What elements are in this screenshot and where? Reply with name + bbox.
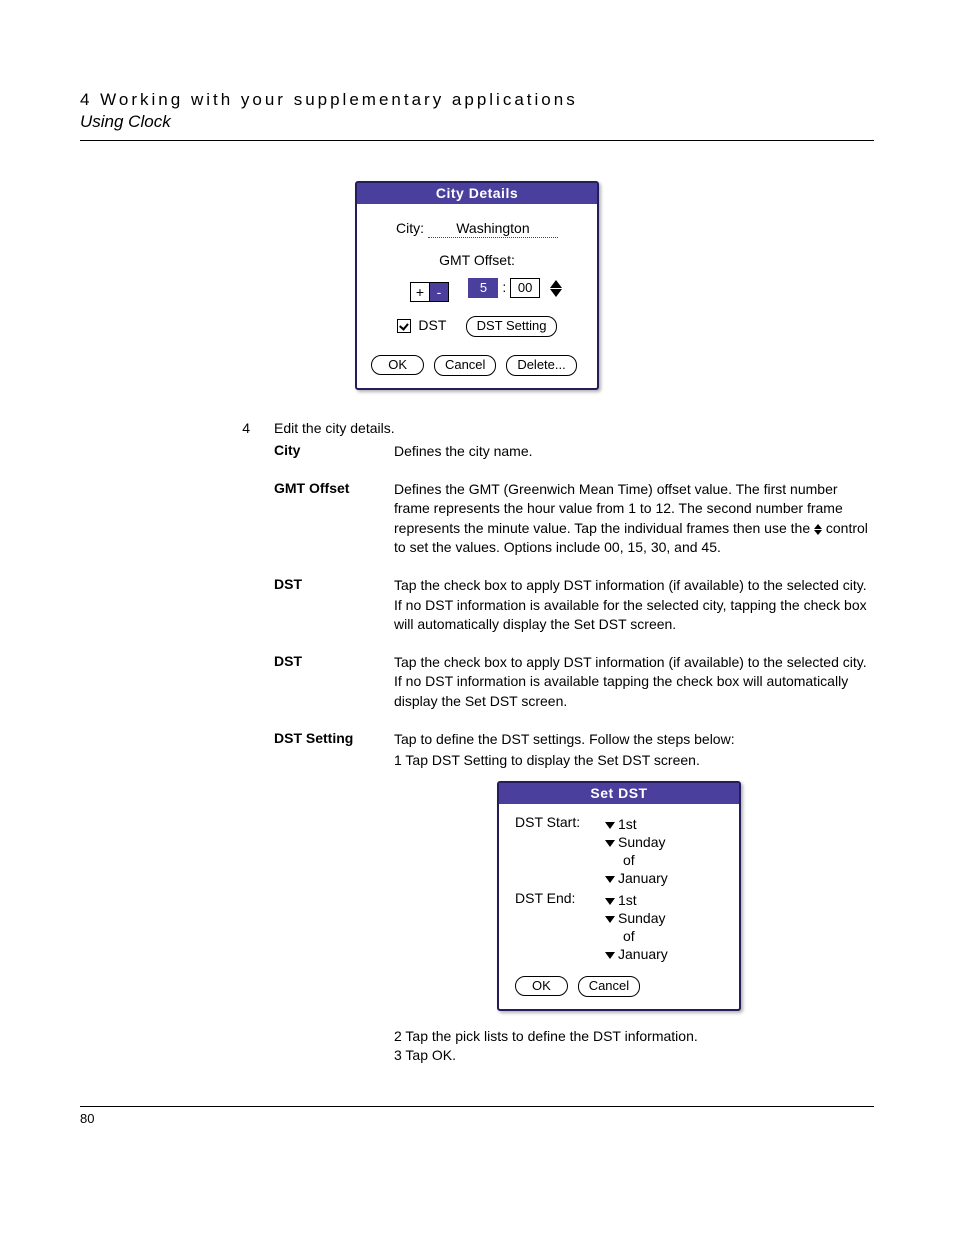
delete-button[interactable]: Delete...	[506, 355, 576, 376]
start-day-picker[interactable]: Sunday	[605, 834, 723, 850]
dropdown-icon	[605, 952, 615, 959]
of-text: of	[623, 852, 723, 868]
step-number: 4	[210, 420, 274, 436]
def-term-dstsetting: DST Setting	[274, 730, 394, 771]
minus-sign[interactable]: -	[430, 283, 448, 301]
city-label: City:	[396, 220, 424, 236]
page-number: 80	[80, 1111, 874, 1126]
dropdown-icon	[605, 822, 615, 829]
setdst-cancel-button[interactable]: Cancel	[578, 976, 640, 997]
set-dst-dialog: Set DST DST Start: 1st Sunday of January…	[497, 781, 741, 1011]
start-month-picker[interactable]: January	[605, 870, 723, 886]
def-term-gmt: GMT Offset	[274, 480, 394, 558]
of-text-2: of	[623, 928, 723, 944]
header-rule	[80, 140, 874, 141]
dst-label: DST	[418, 317, 446, 333]
chevron-down-icon[interactable]	[550, 289, 562, 297]
dropdown-icon	[605, 876, 615, 883]
dst-start-label: DST Start:	[515, 814, 605, 888]
setdst-title: Set DST	[499, 783, 739, 804]
setdst-ok-button[interactable]: OK	[515, 976, 568, 996]
section-title: Using Clock	[80, 112, 874, 132]
dropdown-icon	[605, 898, 615, 905]
gmt-hour-box[interactable]: 5	[468, 278, 498, 298]
gmt-offset-label: GMT Offset:	[439, 252, 515, 268]
chapter-title: 4 Working with your supplementary applic…	[80, 90, 874, 110]
chevron-up-icon[interactable]	[550, 280, 562, 288]
plus-sign[interactable]: +	[411, 283, 430, 301]
step-text: Edit the city details.	[274, 420, 395, 436]
start-ordinal-picker[interactable]: 1st	[605, 816, 723, 832]
gmt-sign-toggle[interactable]: +-	[410, 282, 449, 302]
def-term-dst2: DST	[274, 653, 394, 712]
end-ordinal-picker[interactable]: 1st	[605, 892, 723, 908]
dialog-title: City Details	[357, 183, 597, 204]
def-term-dst1: DST	[274, 576, 394, 635]
def-term-city: City	[274, 442, 394, 462]
ok-button[interactable]: OK	[371, 355, 424, 375]
cancel-button[interactable]: Cancel	[434, 355, 496, 376]
def-desc-dstsetting: Tap to define the DST settings. Follow t…	[394, 730, 874, 771]
dst-setting-button[interactable]: DST Setting	[466, 316, 558, 337]
updown-icon	[814, 524, 822, 535]
end-day-picker[interactable]: Sunday	[605, 910, 723, 926]
setdst-step2: 2 Tap the pick lists to define the DST i…	[394, 1027, 874, 1047]
dst-checkbox[interactable]	[397, 319, 411, 333]
city-details-dialog: City Details City: Washington GMT Offset…	[355, 181, 599, 390]
spinner-control[interactable]	[550, 279, 562, 298]
dropdown-icon	[605, 840, 615, 847]
gmt-minute-box[interactable]: 00	[510, 278, 540, 298]
def-desc-city: Defines the city name.	[394, 442, 874, 462]
setdst-step3: 3 Tap OK.	[394, 1046, 874, 1066]
city-input[interactable]: Washington	[428, 220, 558, 238]
end-month-picker[interactable]: January	[605, 946, 723, 962]
dst-end-label: DST End:	[515, 890, 605, 964]
footer-rule	[80, 1106, 874, 1107]
def-desc-dst1: Tap the check box to apply DST informati…	[394, 576, 874, 635]
time-colon: :	[502, 279, 506, 295]
def-desc-gmt: Defines the GMT (Greenwich Mean Time) of…	[394, 480, 874, 558]
def-desc-dst2: Tap the check box to apply DST informati…	[394, 653, 874, 712]
dropdown-icon	[605, 916, 615, 923]
